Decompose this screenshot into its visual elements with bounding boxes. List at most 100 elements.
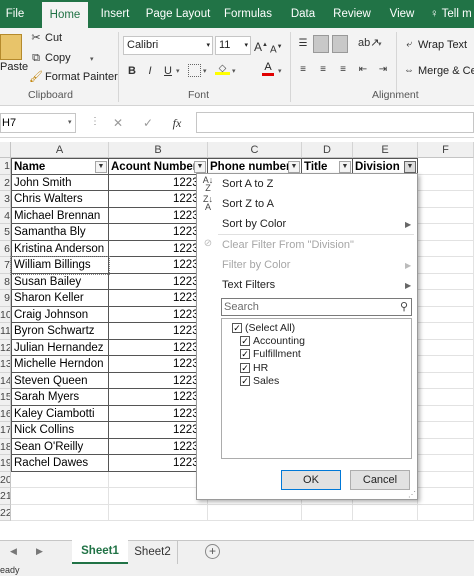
row-header[interactable]: 12 <box>0 339 11 356</box>
fill-color-icon[interactable]: ◇ <box>215 63 230 75</box>
bold-button[interactable]: B <box>127 64 137 78</box>
copy-dropdown-icon[interactable]: ▾ <box>90 55 94 63</box>
tab-home[interactable]: Home <box>42 2 88 28</box>
empty-cell[interactable] <box>418 339 474 356</box>
row-header[interactable]: 14 <box>0 372 11 389</box>
filter-by-color-item[interactable]: Filter by Color <box>222 259 290 271</box>
empty-cell[interactable] <box>418 488 474 505</box>
empty-cell[interactable] <box>418 306 474 323</box>
cancel-button[interactable]: Cancel <box>350 470 410 490</box>
insert-function-button[interactable]: fx <box>170 116 184 130</box>
checkbox-checked-icon[interactable]: ✓ <box>240 349 250 360</box>
align-top-icon[interactable]: ☰ <box>296 37 310 51</box>
name-cell[interactable]: Sean O'Reilly <box>11 438 109 455</box>
name-cell[interactable]: Samantha Bly <box>11 224 109 241</box>
account-cell[interactable]: 12235 <box>109 455 208 472</box>
name-cell[interactable]: Michelle Herndon <box>11 356 109 373</box>
row-header[interactable]: 2 <box>0 174 11 191</box>
name-cell[interactable]: Michael Brennan <box>11 207 109 224</box>
account-cell[interactable]: 12234 <box>109 273 208 290</box>
font-size-select[interactable]: 11 ▾ <box>215 36 251 55</box>
row-header[interactable]: 15 <box>0 389 11 406</box>
sheet-tab-sheet2[interactable]: Sheet2 <box>128 540 178 564</box>
name-cell[interactable]: Sharon Keller <box>11 290 109 307</box>
ok-button[interactable]: OK <box>281 470 341 490</box>
underline-button[interactable]: U <box>163 64 173 78</box>
resize-grip-icon[interactable]: ⋰ <box>408 490 416 499</box>
empty-cell[interactable] <box>418 240 474 257</box>
text-filters-item[interactable]: Text Filters <box>222 279 275 291</box>
checkbox-checked-icon[interactable]: ✓ <box>232 323 242 333</box>
add-sheet-icon[interactable]: + <box>205 544 220 559</box>
empty-cell[interactable] <box>418 455 474 472</box>
empty-cell[interactable] <box>109 504 208 521</box>
filter-dropdown-icon[interactable]: ▼ <box>95 161 107 173</box>
copy-button[interactable]: Copy <box>45 52 71 64</box>
column-header-d[interactable]: D <box>302 142 353 158</box>
name-cell[interactable]: Kaley Ciambotti <box>11 405 109 422</box>
empty-cell[interactable] <box>418 158 474 175</box>
confirm-entry-icon[interactable]: ✓ <box>142 116 154 130</box>
empty-cell[interactable] <box>418 389 474 406</box>
fill-color-dropdown-icon[interactable]: ▾ <box>232 67 236 75</box>
column-header-a[interactable]: A <box>11 142 109 158</box>
font-color-icon[interactable]: A <box>262 62 274 76</box>
row-header[interactable]: 13 <box>0 356 11 373</box>
orientation-dropdown-icon[interactable]: ▾ <box>378 40 382 48</box>
account-cell[interactable]: 12234 <box>109 372 208 389</box>
tab-review[interactable]: Review <box>330 0 374 28</box>
empty-cell[interactable] <box>418 273 474 290</box>
select-all-corner[interactable] <box>0 142 11 158</box>
name-cell[interactable]: Susan Bailey <box>11 273 109 290</box>
checkbox-checked-icon[interactable]: ✓ <box>240 362 250 373</box>
align-middle-icon[interactable] <box>313 35 329 53</box>
empty-cell[interactable] <box>418 257 474 274</box>
tab-page-layout[interactable]: Page Layout <box>143 0 213 28</box>
empty-cell[interactable] <box>418 207 474 224</box>
account-cell[interactable]: 12234 <box>109 405 208 422</box>
tab-tell-me[interactable]: ♀ Tell m <box>430 0 474 28</box>
row-header[interactable]: 10 <box>0 306 11 323</box>
row-header[interactable]: 18 <box>0 438 11 455</box>
sort-z-to-a-item[interactable]: Sort Z to A <box>222 198 274 210</box>
row-header[interactable]: 5 <box>0 224 11 241</box>
account-cell[interactable]: 12233 <box>109 207 208 224</box>
empty-cell[interactable] <box>418 356 474 373</box>
filter-dropdown-icon[interactable]: ▼ <box>339 161 351 173</box>
account-cell[interactable]: 12233 <box>109 257 208 274</box>
checkbox-checked-icon[interactable]: ✓ <box>240 375 250 386</box>
name-box[interactable]: H7 <box>0 113 76 133</box>
row-header[interactable]: 7 <box>0 257 11 274</box>
account-cell[interactable]: 12235 <box>109 438 208 455</box>
name-cell[interactable]: Rachel Dawes <box>11 455 109 472</box>
wrap-text-button[interactable]: Wrap Text <box>418 39 467 51</box>
account-cell[interactable]: 12233 <box>109 224 208 241</box>
account-cell[interactable]: 12234 <box>109 356 208 373</box>
row-header[interactable]: 9 <box>0 290 11 307</box>
sheet-tab-sheet1[interactable]: Sheet1 <box>72 540 128 564</box>
row-header[interactable]: 11 <box>0 323 11 340</box>
row-header[interactable]: 22 <box>0 504 11 521</box>
name-cell[interactable]: Steven Queen <box>11 372 109 389</box>
account-cell[interactable]: 12233 <box>109 240 208 257</box>
decrease-indent-icon[interactable]: ⇤ <box>356 63 370 77</box>
cut-button[interactable]: Cut <box>45 32 62 44</box>
empty-cell[interactable] <box>418 471 474 488</box>
account-cell[interactable]: 12234 <box>109 323 208 340</box>
cancel-entry-icon[interactable]: ✕ <box>112 116 124 130</box>
header-cell-name[interactable]: Name ▼ <box>11 158 109 175</box>
scroll-left-icon[interactable]: ◀ <box>10 546 17 557</box>
increase-font-icon[interactable]: A▲ <box>254 38 268 54</box>
underline-dropdown-icon[interactable]: ▾ <box>176 67 180 75</box>
row-header[interactable]: 1 <box>0 158 11 175</box>
empty-cell[interactable] <box>109 488 208 505</box>
empty-cell[interactable] <box>418 290 474 307</box>
paste-icon[interactable] <box>0 34 22 60</box>
empty-cell[interactable] <box>418 438 474 455</box>
empty-cell[interactable] <box>418 504 474 521</box>
empty-cell[interactable] <box>418 191 474 208</box>
row-header[interactable]: 4 <box>0 207 11 224</box>
name-cell[interactable]: John Smith <box>11 174 109 191</box>
empty-cell[interactable] <box>208 504 302 521</box>
italic-button[interactable]: I <box>145 64 155 78</box>
